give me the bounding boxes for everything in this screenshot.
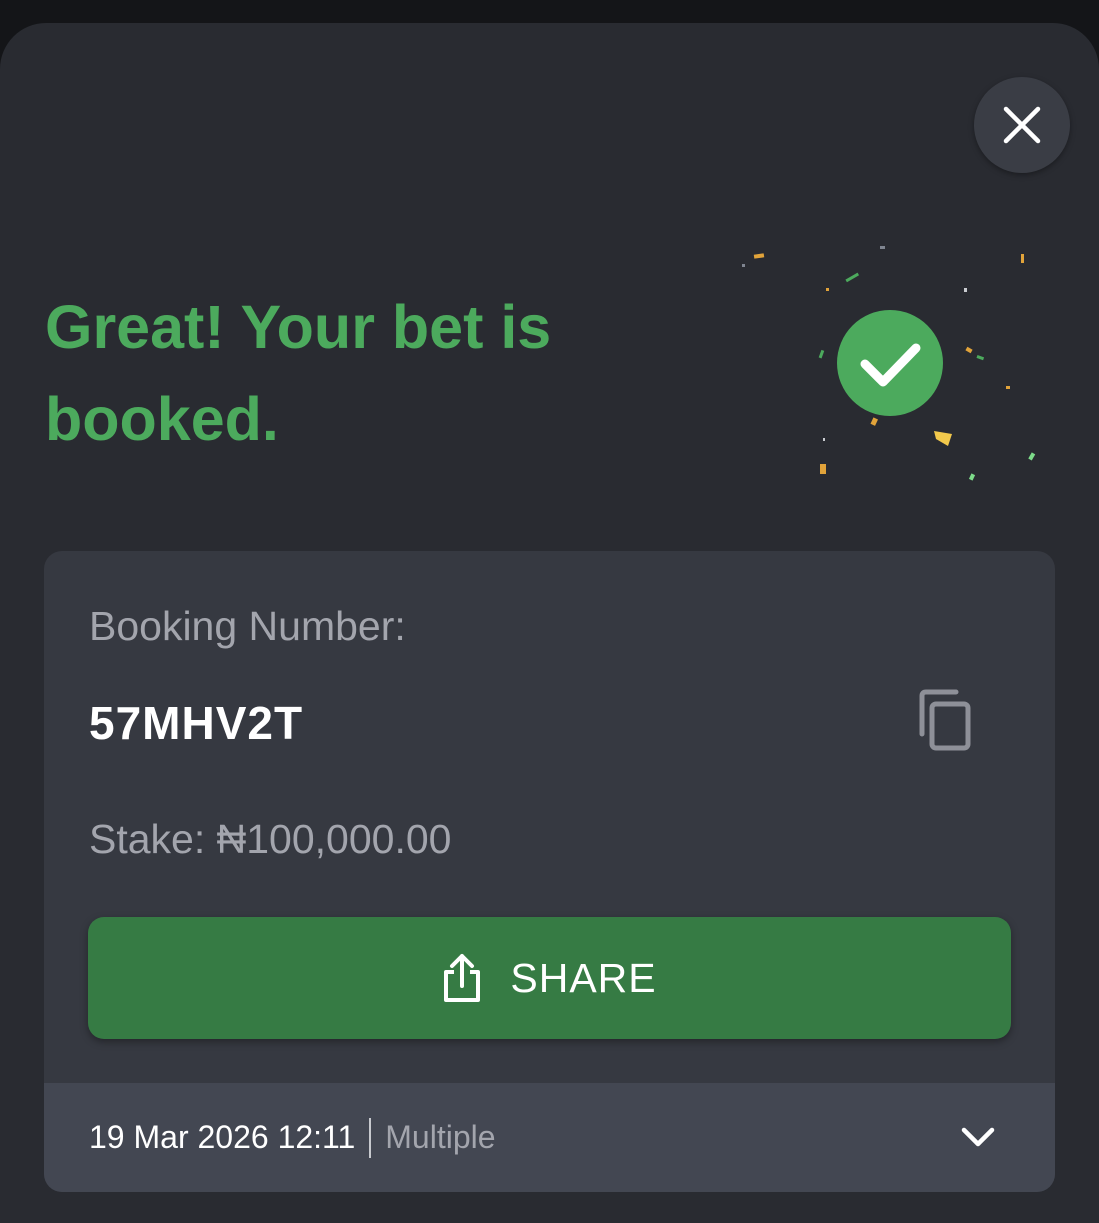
share-icon bbox=[444, 954, 481, 1002]
check-circle-icon bbox=[837, 310, 943, 416]
expand-details-button[interactable] bbox=[952, 1111, 1004, 1163]
copy-booking-number-button[interactable] bbox=[908, 683, 984, 759]
close-button[interactable] bbox=[974, 77, 1070, 173]
footer-divider bbox=[369, 1117, 372, 1158]
booking-number-label: Booking Number: bbox=[89, 603, 406, 649]
share-button-label: SHARE bbox=[510, 954, 657, 1001]
success-headline: Great! Your bet is booked. bbox=[45, 293, 552, 453]
stake-amount: Stake: ₦100,000.00 bbox=[89, 816, 452, 862]
success-check-illustration bbox=[742, 246, 1036, 481]
copy-icon bbox=[919, 689, 971, 751]
booking-card: Booking Number: 57MHV2T Stake: ₦100,000.… bbox=[44, 551, 1055, 1192]
booking-success-modal: Great! Your bet is booked. Booking Numbe… bbox=[0, 23, 1099, 1223]
close-icon bbox=[1003, 106, 1041, 144]
bet-type: Multiple bbox=[385, 1119, 496, 1155]
chevron-down-icon bbox=[961, 1127, 995, 1147]
booking-number-value: 57MHV2T bbox=[89, 697, 304, 749]
booking-datetime: 19 Mar 2026 12:11 bbox=[89, 1119, 356, 1155]
bet-details-footer[interactable]: 19 Mar 2026 12:11 Multiple bbox=[44, 1083, 1055, 1192]
share-button[interactable]: SHARE bbox=[88, 917, 1011, 1039]
